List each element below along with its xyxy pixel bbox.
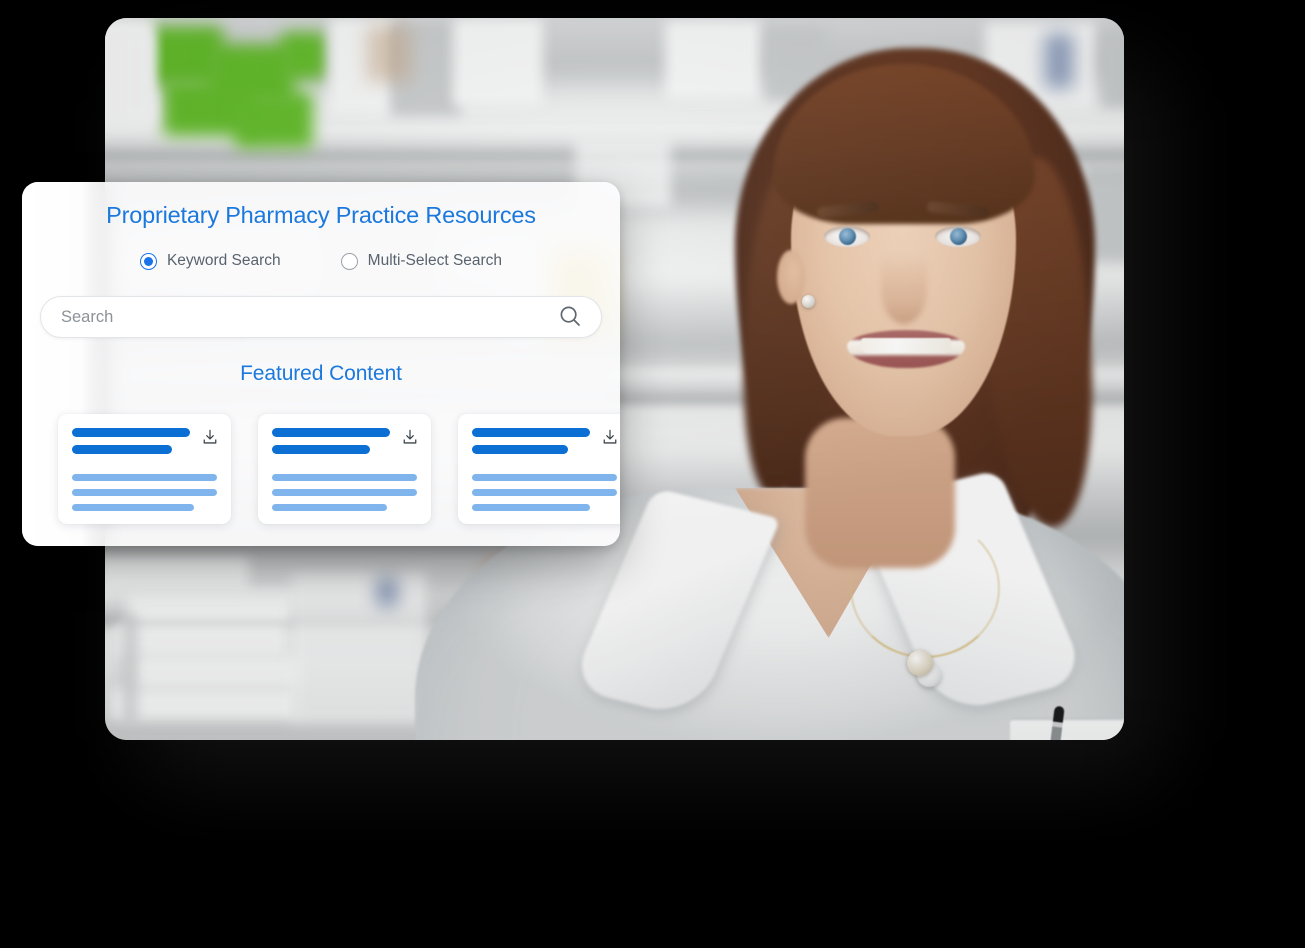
search-bar[interactable]	[40, 296, 602, 338]
page-title: Proprietary Pharmacy Practice Resources	[106, 202, 536, 228]
neck	[805, 418, 955, 568]
radio-label-keyword-search: Keyword Search	[166, 252, 281, 269]
search-button[interactable]	[553, 296, 601, 338]
card-body-placeholder	[272, 474, 417, 511]
placeholder-bar	[272, 428, 390, 437]
card-body-placeholder	[72, 474, 217, 511]
card-body-placeholder	[472, 474, 617, 511]
radio-unselected-icon[interactable]	[340, 252, 358, 270]
placeholder-bar	[72, 445, 172, 454]
placeholder-bar	[72, 489, 217, 496]
featured-content-card[interactable]	[58, 414, 231, 524]
placeholder-bar	[72, 504, 194, 511]
featured-content-card[interactable]	[458, 414, 620, 524]
ear	[777, 250, 805, 304]
placeholder-bar	[72, 428, 190, 437]
card-title-placeholder	[472, 428, 590, 454]
screenshot-stage: Proprietary Pharmacy Practice Resources …	[0, 0, 1305, 948]
teeth	[861, 338, 951, 353]
placeholder-bar	[472, 428, 590, 437]
placeholder-bar	[472, 504, 590, 511]
placeholder-bar	[72, 474, 217, 481]
placeholder-bar	[272, 445, 370, 454]
featured-content-card-row	[58, 414, 620, 524]
placeholder-bar	[472, 489, 617, 496]
placeholder-bar	[472, 474, 617, 481]
iris-left	[839, 228, 856, 245]
search-input[interactable]	[41, 307, 553, 327]
placeholder-bar	[272, 489, 417, 496]
card-title-placeholder	[72, 428, 190, 454]
search-icon	[558, 304, 582, 331]
placeholder-bar	[272, 474, 417, 481]
placeholder-bar	[272, 504, 387, 511]
download-icon[interactable]	[601, 428, 619, 446]
iris-right	[950, 228, 967, 245]
featured-content-card[interactable]	[258, 414, 431, 524]
download-icon[interactable]	[401, 428, 419, 446]
card-title-placeholder	[272, 428, 390, 454]
radio-option-keyword-search[interactable]: Keyword Search	[139, 252, 281, 270]
necklace-pendant	[907, 650, 933, 676]
radio-label-multi-select-search: Multi-Select Search	[367, 252, 503, 269]
radio-selected-icon[interactable]	[139, 252, 157, 270]
radio-option-multi-select-search[interactable]: Multi-Select Search	[340, 252, 503, 270]
nose	[881, 254, 927, 324]
download-icon[interactable]	[201, 428, 219, 446]
search-overlay-card: Proprietary Pharmacy Practice Resources …	[22, 182, 620, 546]
placeholder-bar	[472, 445, 568, 454]
earring	[802, 295, 815, 308]
featured-content-heading: Featured Content	[240, 362, 402, 385]
search-mode-radio-group: Keyword Search Multi-Select Search	[22, 252, 620, 270]
coat-pocket	[1010, 718, 1124, 740]
